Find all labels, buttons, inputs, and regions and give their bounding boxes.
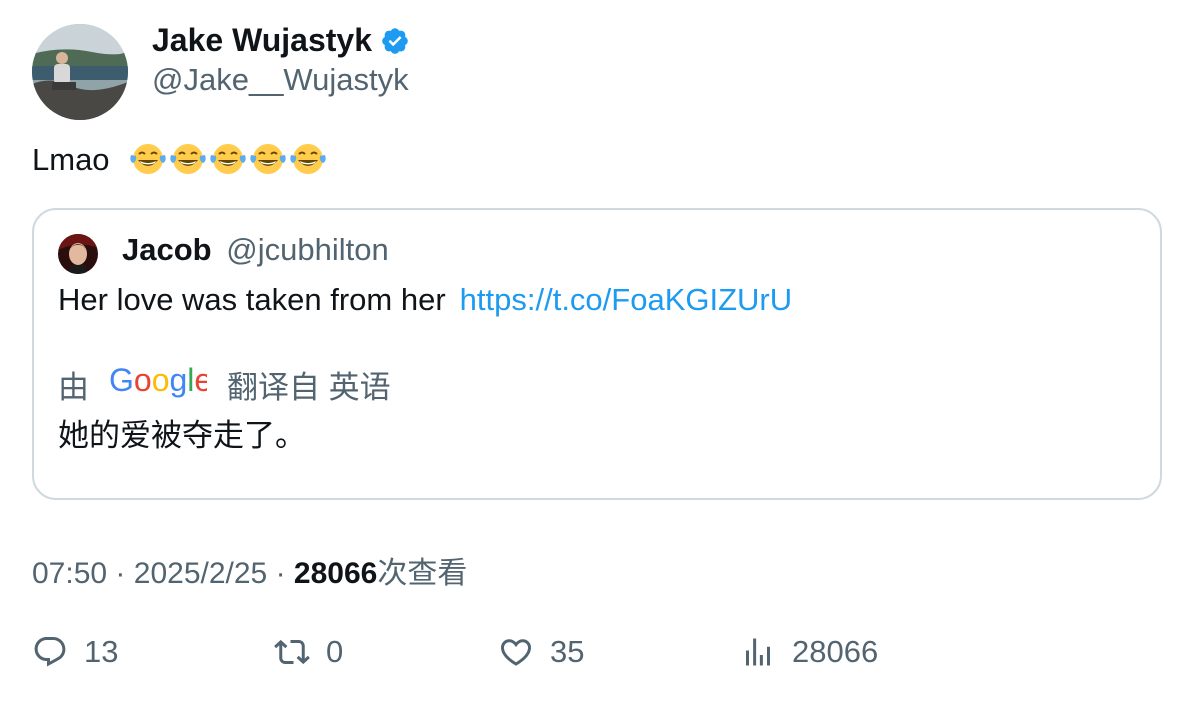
heart-icon xyxy=(500,639,532,666)
face-with-tears-of-joy-icon xyxy=(170,144,206,174)
action-bar: 13 0 35 28066 xyxy=(32,634,1172,678)
meta-separator: · xyxy=(115,557,126,590)
google-logo: Google xyxy=(109,362,212,406)
quoted-author-avatar xyxy=(58,234,98,274)
author-handle[interactable]: @Jake__Wujastyk xyxy=(152,62,409,98)
views-label: 次查看 xyxy=(377,557,468,590)
views-button[interactable]: 28066 xyxy=(740,634,878,670)
reply-count: 13 xyxy=(84,634,119,669)
quoted-header: Jacob @jcubhilton xyxy=(122,232,389,268)
svg-text:Google: Google xyxy=(109,364,207,398)
translated-text: 她的爱被夺走了。 xyxy=(58,418,306,453)
like-button[interactable]: 35 xyxy=(498,634,584,670)
author-display-name[interactable]: Jake Wujastyk xyxy=(152,22,372,59)
retweet-count: 0 xyxy=(326,634,344,669)
face-with-tears-of-joy-icon xyxy=(250,144,286,174)
tweet-text: Lmao xyxy=(32,141,328,178)
face-with-tears-of-joy-icon xyxy=(290,144,326,174)
translation-prefix: 由 xyxy=(58,370,89,405)
face-with-tears-of-joy-icon xyxy=(210,144,246,174)
tweet-meta: 07:50 · 2025/2/25 · 28066次查看 xyxy=(32,548,467,592)
translation-suffix: 翻译自 英语 xyxy=(227,370,391,405)
translation-attribution: 由 Google 翻译自 英语 xyxy=(58,362,391,407)
quoted-tweet-card[interactable]: Jacob @jcubhilton Her love was taken fro… xyxy=(32,208,1162,500)
retweet-button[interactable]: 0 xyxy=(274,634,343,670)
tweet-time[interactable]: 07:50 xyxy=(32,557,107,590)
quoted-author-name: Jacob xyxy=(122,232,212,267)
tweet-text-content: Lmao xyxy=(32,142,110,177)
author-avatar[interactable] xyxy=(32,24,128,120)
quoted-text-content: Her love was taken from her xyxy=(58,282,446,317)
analytics-icon xyxy=(746,638,770,666)
quoted-tweet-text: Her love was taken from her https://t.co/… xyxy=(58,282,792,318)
reply-icon xyxy=(34,637,66,667)
views-count: 28066 xyxy=(293,557,378,590)
quoted-author-handle: @jcubhilton xyxy=(226,232,389,267)
quoted-link[interactable]: https://t.co/FoaKGIZUrU xyxy=(460,282,792,317)
meta-separator: · xyxy=(275,557,286,590)
verified-badge-icon xyxy=(380,26,410,56)
like-count: 35 xyxy=(550,634,585,669)
reply-button[interactable]: 13 xyxy=(32,634,118,670)
tweet-date[interactable]: 2025/2/25 xyxy=(134,557,267,590)
retweet-icon xyxy=(274,639,310,665)
face-with-tears-of-joy-icon xyxy=(130,144,166,174)
views-count-action: 28066 xyxy=(792,634,879,669)
emoji-row xyxy=(118,142,328,177)
